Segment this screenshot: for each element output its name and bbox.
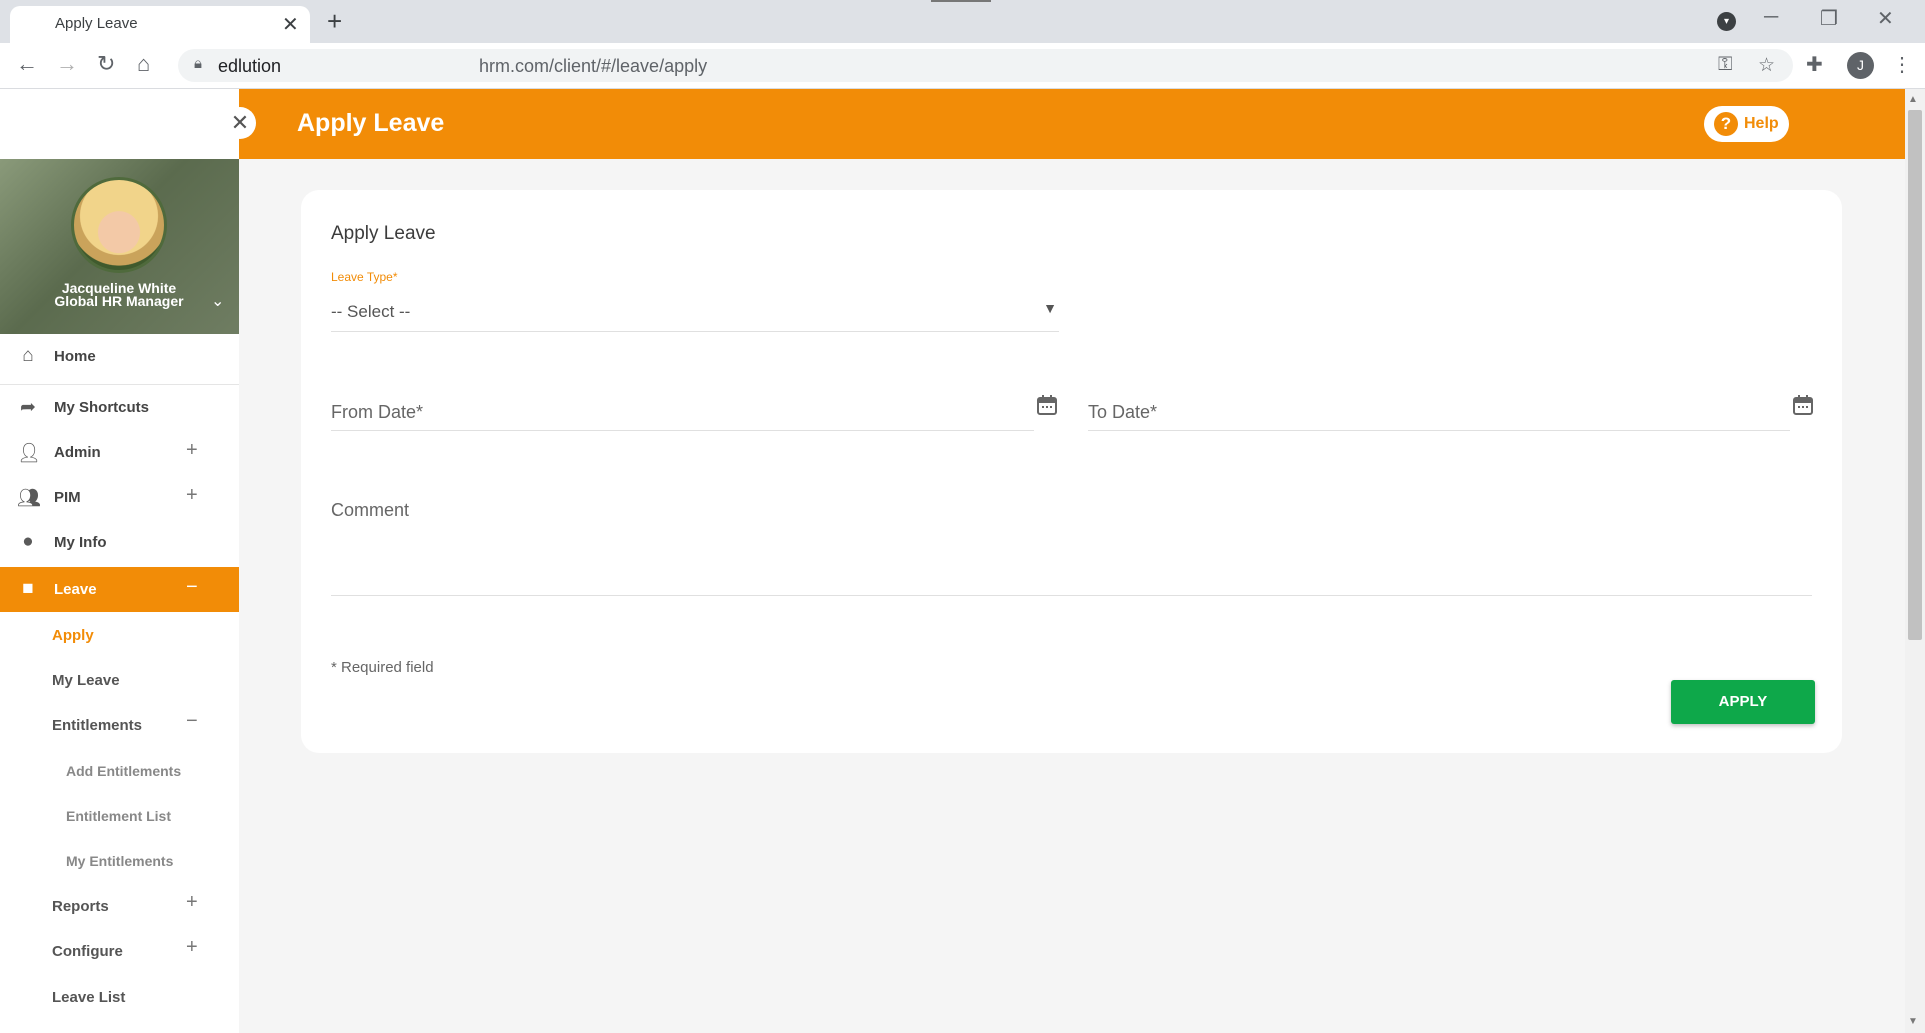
sidebar-nav: ⌂ Home ➦ My Shortcuts 👤︎ Admin + 👥︎ PIM … — [0, 334, 239, 1033]
sidebar-subitem-my-leave[interactable]: My Leave — [52, 672, 120, 689]
user-profile-panel[interactable]: Jacqueline White Global HR Manager ⌄ — [0, 159, 239, 334]
sidebar-subitem-configure[interactable]: Configure — [52, 943, 123, 960]
leave-type-value: -- Select -- — [331, 302, 411, 321]
collapse-icon[interactable]: − — [186, 710, 198, 733]
user-circle-icon: ● — [22, 531, 34, 552]
to-date-label: To Date* — [1088, 402, 1158, 422]
avatar — [71, 177, 167, 273]
expand-icon[interactable]: + — [186, 439, 198, 462]
back-icon[interactable]: ← — [16, 51, 38, 77]
sidebar-item-label: Admin — [54, 444, 101, 461]
dropdown-arrow-icon: ▼ — [1043, 300, 1057, 316]
help-label: Help — [1744, 115, 1779, 132]
new-tab-icon[interactable]: + — [327, 6, 342, 37]
url-path: hrm.com/client/#/leave/apply — [479, 56, 708, 76]
scroll-down-icon[interactable]: ▼ — [1908, 1016, 1918, 1027]
expand-icon[interactable]: + — [186, 484, 198, 507]
to-date-field[interactable]: To Date* — [1088, 388, 1790, 431]
card-title: Apply Leave — [331, 223, 436, 244]
tab-title: Apply Leave — [55, 15, 138, 32]
page-title: Apply Leave — [297, 109, 445, 137]
user-list-icon: 👥︎ — [17, 488, 42, 509]
home-icon: ⌂ — [22, 345, 34, 366]
sidebar-item-leave[interactable]: ■ Leave − — [0, 567, 239, 612]
sidebar-item-label: My Info — [54, 534, 107, 551]
share-arrow-icon: ➦ — [20, 397, 36, 418]
scrollbar-thumb[interactable] — [1908, 110, 1922, 640]
sidebar-subitem-apply[interactable]: Apply — [52, 627, 94, 644]
expand-icon[interactable]: + — [186, 936, 198, 959]
leave-type-label: Leave Type* — [331, 270, 398, 284]
home-browser-icon[interactable]: ⌂ — [137, 51, 150, 77]
bookmark-star-icon[interactable]: ☆ — [1758, 54, 1775, 77]
sidebar-item-label: My Shortcuts — [54, 399, 150, 416]
app-header: Apply Leave ? Help — [239, 89, 1905, 159]
sidebar-subitem-entitlement-list[interactable]: Entitlement List — [66, 808, 171, 824]
extensions-icon[interactable]: ✚ — [1806, 52, 1823, 77]
sidebar-header — [0, 89, 239, 159]
tab-close-icon[interactable]: ✕ — [282, 12, 299, 37]
reload-icon[interactable]: ↻ — [97, 51, 115, 77]
help-icon: ? — [1714, 112, 1738, 136]
from-date-label: From Date* — [331, 402, 424, 422]
scroll-up-icon[interactable]: ▲ — [1908, 94, 1918, 105]
sidebar-item-label: Home — [54, 348, 96, 365]
minimize-icon[interactable]: ─ — [1764, 6, 1778, 29]
comment-label: Comment — [331, 500, 410, 520]
user-gear-icon: 👤︎ — [17, 443, 42, 464]
apply-leave-card: Apply Leave Leave Type* -- Select -- ▼ F… — [301, 190, 1842, 753]
restore-icon[interactable]: ❐ — [1820, 6, 1838, 31]
sidebar-item-pim[interactable]: 👥︎ PIM + — [0, 475, 239, 520]
from-date-field[interactable]: From Date* — [331, 388, 1034, 431]
window-close-icon[interactable]: ✕ — [1877, 6, 1894, 31]
address-bar[interactable]: 🔒︎ edlution hrm.com/client/#/leave/apply… — [178, 49, 1793, 82]
apply-button[interactable]: APPLY — [1671, 680, 1815, 724]
sidebar-item-home[interactable]: ⌂ Home — [0, 334, 239, 379]
browser-menu-icon[interactable]: ⋮ — [1892, 52, 1912, 77]
sidebar-item-my-info[interactable]: ● My Info — [0, 520, 239, 565]
browser-tabstrip: Apply Leave ✕ + ▾ ─ ❐ ✕ — [0, 0, 1925, 43]
expand-icon[interactable]: + — [186, 891, 198, 914]
profile-role: Global HR Manager — [54, 293, 184, 309]
collapse-icon[interactable]: − — [186, 576, 198, 599]
calendar-icon[interactable] — [1036, 394, 1058, 416]
tab-search-icon[interactable]: ▾ — [1717, 12, 1736, 31]
sidebar-subitem-add-entitlements[interactable]: Add Entitlements — [66, 763, 181, 779]
sidebar-item-admin[interactable]: 👤︎ Admin + — [0, 430, 239, 475]
sidebar-subitem-entitlements[interactable]: Entitlements — [52, 717, 142, 734]
lock-icon: 🔒︎ — [194, 55, 202, 72]
sidebar-item-my-shortcuts[interactable]: ➦ My Shortcuts — [0, 385, 239, 430]
forward-icon[interactable]: → — [56, 51, 78, 77]
profile-avatar[interactable]: J — [1847, 52, 1874, 79]
browser-toolbar: ← → ↻ ⌂ 🔒︎ edlution hrm.com/client/#/lea… — [0, 43, 1925, 89]
required-field-note: * Required field — [331, 659, 434, 676]
url-host: edlution — [218, 56, 282, 76]
sidebar-subitem-my-entitlements[interactable]: My Entitlements — [66, 853, 173, 869]
browser-tab[interactable]: Apply Leave ✕ — [10, 6, 310, 43]
calendar-icon[interactable] — [1792, 394, 1814, 416]
sidebar-subitem-leave-list[interactable]: Leave List — [52, 989, 125, 1006]
sidebar-item-label: PIM — [54, 489, 81, 506]
sidebar-close-icon[interactable]: ✕ — [224, 107, 256, 139]
key-icon[interactable]: ⚿ — [1718, 54, 1732, 76]
sidebar-subitem-reports[interactable]: Reports — [52, 898, 109, 915]
tabstrip-indicator — [931, 0, 991, 2]
briefcase-icon: ■ — [22, 578, 34, 599]
chevron-down-icon[interactable]: ⌄ — [211, 291, 224, 311]
comment-field[interactable]: Comment — [331, 490, 1812, 596]
help-button[interactable]: ? Help — [1704, 106, 1789, 142]
leave-type-select[interactable]: -- Select -- ▼ — [331, 296, 1059, 332]
sidebar-item-label: Leave — [54, 581, 97, 598]
